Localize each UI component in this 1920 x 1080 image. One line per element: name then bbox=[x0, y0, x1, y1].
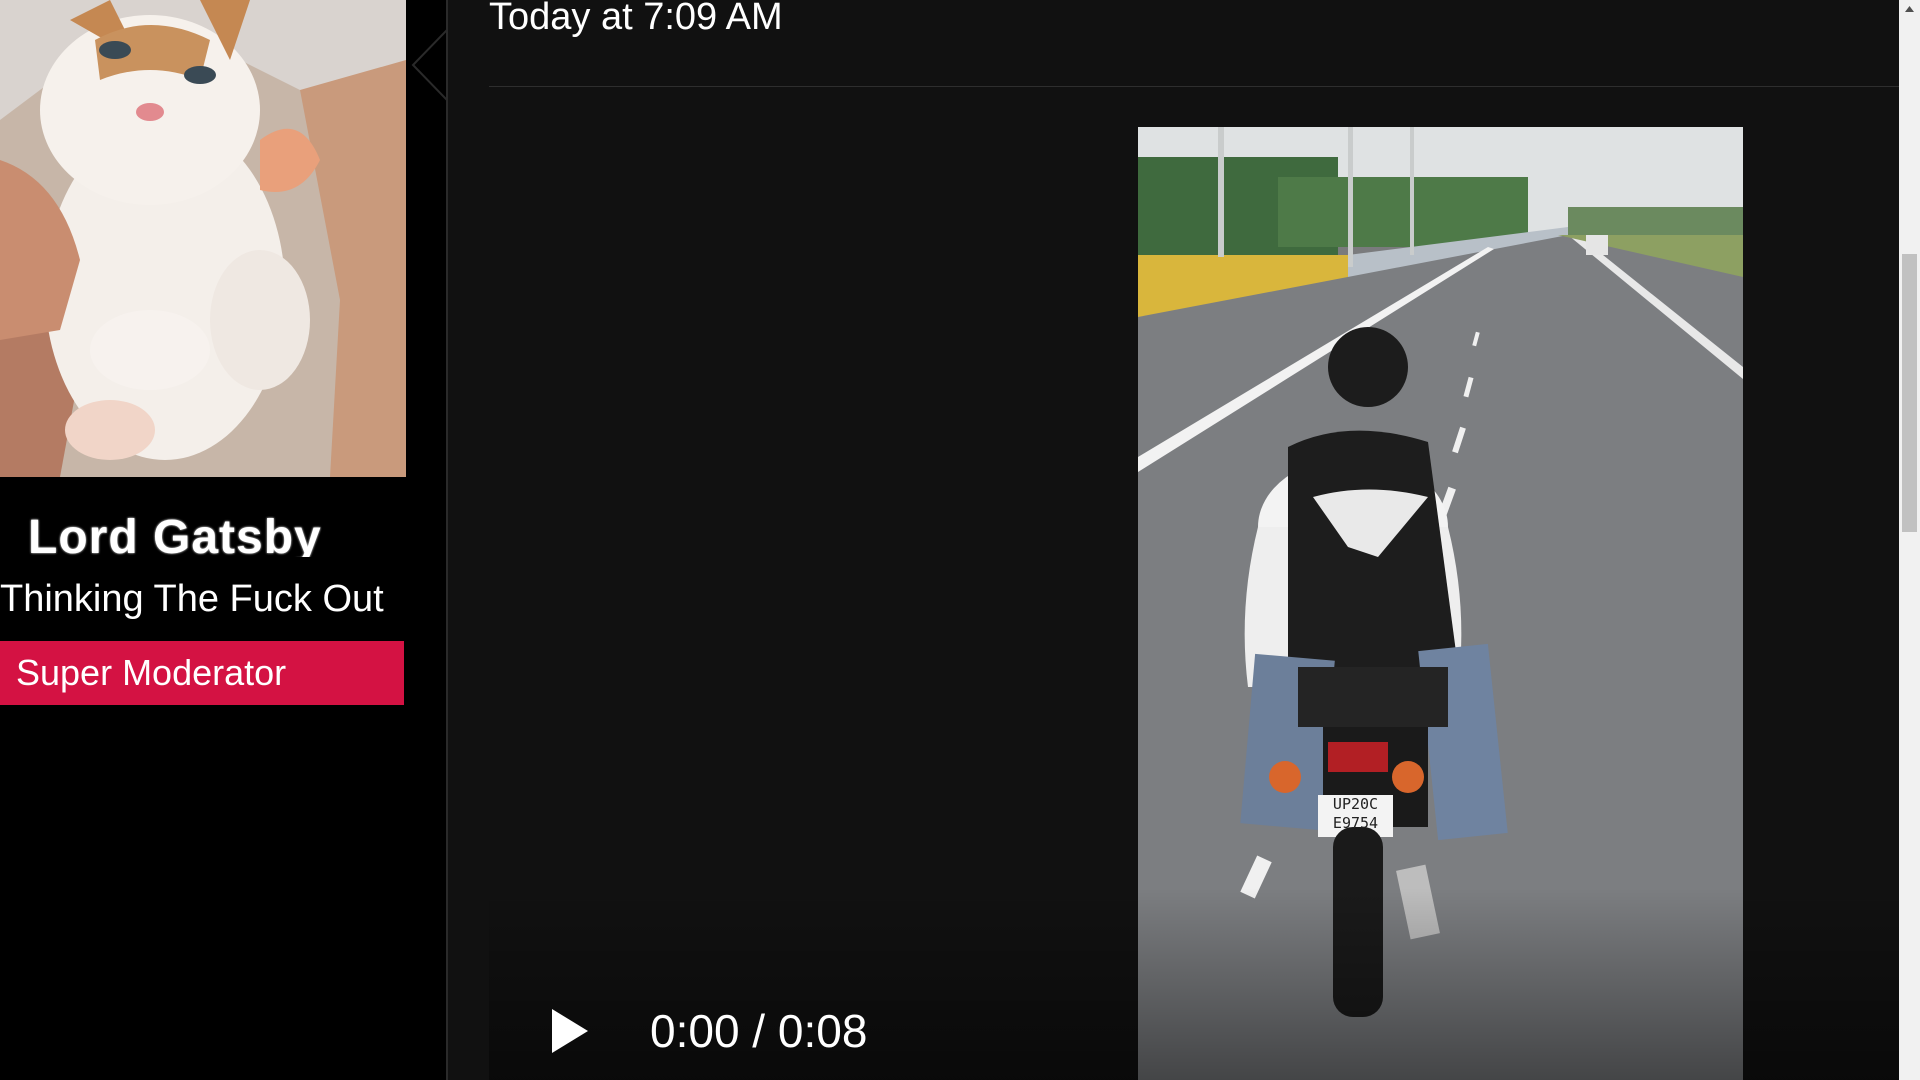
kitten-avatar-image bbox=[0, 0, 406, 477]
user-avatar[interactable] bbox=[0, 0, 406, 477]
message-arrow bbox=[411, 0, 448, 110]
video-time-display: 0:00 / 0:08 bbox=[650, 1005, 868, 1057]
license-plate-line2: E9754 bbox=[1332, 814, 1379, 832]
page-scrollbar[interactable] bbox=[1899, 0, 1920, 1080]
scroll-up-arrow-icon[interactable] bbox=[1899, 0, 1920, 20]
user-title-text: Thinking The Fuck Out bbox=[0, 578, 384, 620]
post-date[interactable]: Today at 7:09 AM bbox=[489, 0, 783, 39]
scrollbar-thumb[interactable] bbox=[1902, 254, 1917, 532]
user-title: Thinking The Fuck Out bbox=[0, 578, 404, 621]
role-badge: Super Moderator bbox=[0, 641, 404, 705]
license-plate: UP20C E9754 bbox=[1318, 795, 1393, 837]
user-name[interactable]: Lord Gatsby bbox=[28, 516, 322, 557]
post-divider bbox=[489, 86, 1899, 87]
license-plate-line1: UP20C bbox=[1332, 795, 1379, 813]
play-icon[interactable] bbox=[548, 1005, 592, 1057]
